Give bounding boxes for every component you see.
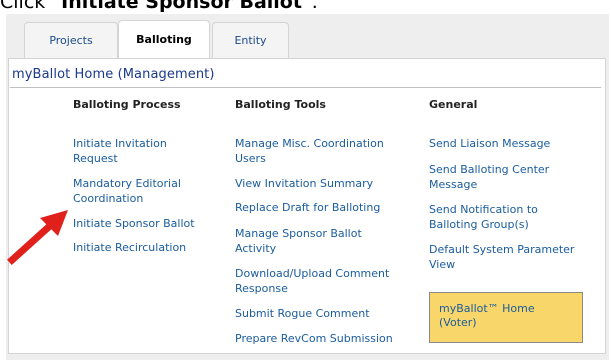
red-arrow-icon bbox=[7, 210, 68, 265]
link-initiate-sponsor-ballot[interactable]: Initiate Sponsor Ballot bbox=[73, 216, 223, 231]
link-manage-misc-coordination-users[interactable]: Manage Misc. Coordination Users bbox=[235, 136, 405, 166]
link-initiate-recirculation[interactable]: Initiate Recirculation bbox=[73, 240, 223, 255]
tab-balloting[interactable]: Balloting bbox=[118, 20, 210, 58]
link-initiate-invitation-request[interactable]: Initiate Invitation Request bbox=[73, 136, 203, 166]
link-replace-draft-for-balloting[interactable]: Replace Draft for Balloting bbox=[235, 200, 415, 215]
instruction-text: Click “Initiate Sponsor Ballot”. bbox=[0, 0, 318, 13]
link-submit-rogue-comment[interactable]: Submit Rogue Comment bbox=[235, 306, 415, 321]
general-heading: General bbox=[429, 98, 478, 111]
link-manage-sponsor-ballot-activity[interactable]: Manage Sponsor Ballot Activity bbox=[235, 226, 385, 256]
instruction-target: Initiate Sponsor Ballot bbox=[61, 0, 302, 13]
link-send-balloting-center-message[interactable]: Send Balloting Center Message bbox=[429, 162, 579, 192]
link-mandatory-editorial-coordination[interactable]: Mandatory Editorial Coordination bbox=[73, 176, 203, 206]
link-default-system-parameter-view[interactable]: Default System Parameter View bbox=[429, 242, 594, 272]
balloting-process-heading: Balloting Process bbox=[73, 98, 181, 111]
link-download-upload-comment-response[interactable]: Download/Upload Comment Response bbox=[235, 266, 405, 296]
instruction-suffix: ”. bbox=[301, 0, 318, 13]
tab-projects[interactable]: Projects bbox=[24, 22, 118, 58]
link-send-notification-to-balloting-groups[interactable]: Send Notification to Balloting Group(s) bbox=[429, 202, 579, 232]
link-send-liaison-message[interactable]: Send Liaison Message bbox=[429, 136, 599, 151]
instruction-prefix: Click “ bbox=[0, 0, 62, 13]
link-prepare-revcom-submission[interactable]: Prepare RevCom Submission bbox=[235, 331, 415, 346]
tab-entity[interactable]: Entity bbox=[212, 22, 289, 58]
link-view-invitation-summary[interactable]: View Invitation Summary bbox=[235, 176, 415, 191]
balloting-tools-heading: Balloting Tools bbox=[235, 98, 326, 111]
page-title: myBallot Home (Management) bbox=[12, 67, 215, 82]
title-divider bbox=[10, 87, 601, 88]
link-myballot-home-voter[interactable]: myBallot™ Home (Voter) bbox=[439, 302, 569, 330]
